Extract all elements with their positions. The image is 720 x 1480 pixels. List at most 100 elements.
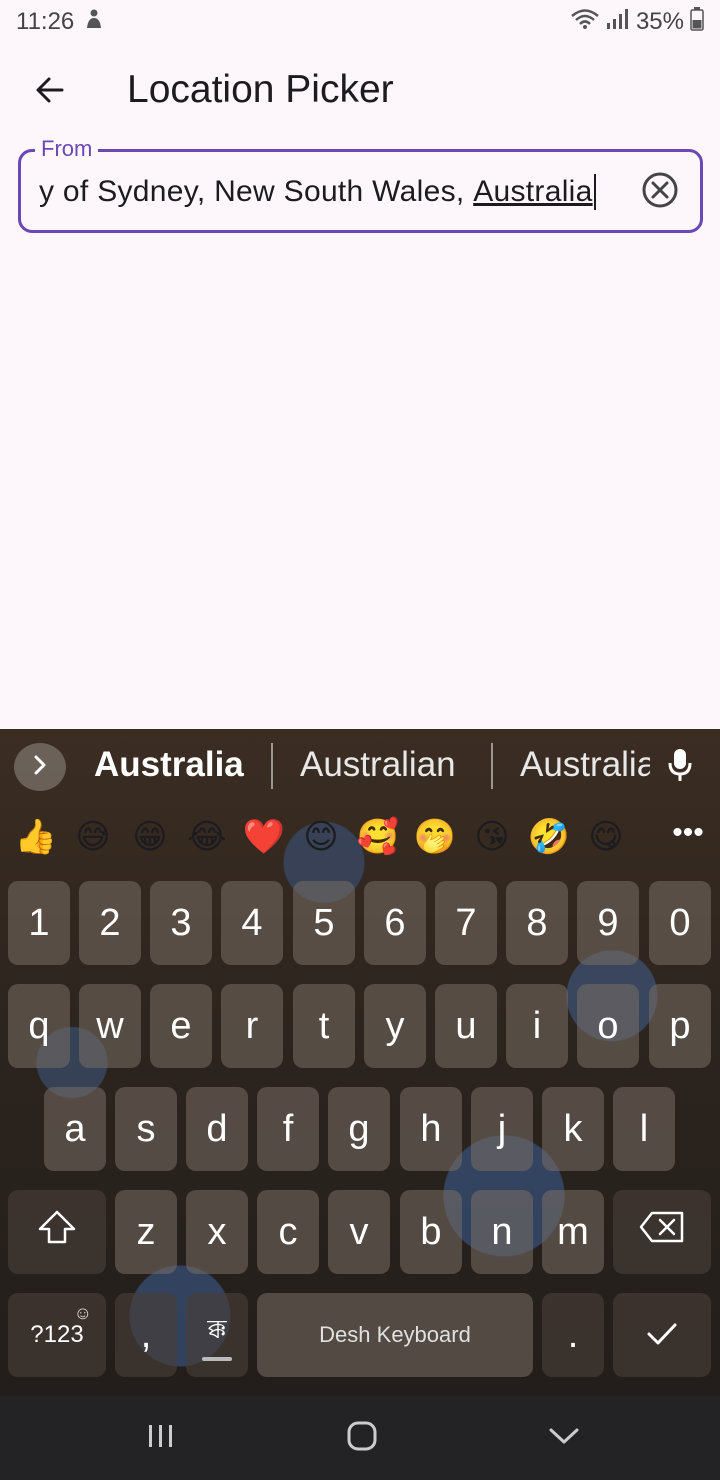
back-button[interactable] [22, 68, 78, 116]
emoji-key[interactable]: 😅 [71, 815, 115, 859]
arrow-left-icon [34, 74, 66, 111]
key-s[interactable]: s [115, 1087, 177, 1171]
done-key[interactable] [613, 1293, 711, 1377]
emoji-key[interactable]: 😁 [128, 815, 172, 859]
language-key-label: ক্ক [207, 1314, 227, 1344]
key-i[interactable]: i [506, 984, 568, 1068]
key-q[interactable]: q [8, 984, 70, 1068]
home-button[interactable] [332, 1416, 392, 1460]
suggestion-2[interactable]: Australian [300, 745, 456, 785]
key-c[interactable]: c [257, 1190, 319, 1274]
field-label: From [35, 136, 99, 162]
key-w[interactable]: w [79, 984, 141, 1068]
suggestion-3[interactable]: Australia [520, 745, 650, 785]
key-z[interactable]: z [115, 1190, 177, 1274]
key-5[interactable]: 5 [293, 881, 355, 965]
period-key[interactable]: . [542, 1293, 604, 1377]
emoji-key[interactable]: 🥰 [356, 815, 400, 859]
input-composing-text: Australia [473, 175, 593, 208]
check-icon [646, 1314, 678, 1357]
key-0[interactable]: 0 [649, 881, 711, 965]
voice-input-button[interactable] [660, 743, 700, 791]
signal-icon [606, 8, 630, 37]
emoji-suggestion-row: 👍 😅 😁 😂 ❤️ 😊 🥰 🤭 😘 🤣 😋 ••• [0, 809, 720, 865]
home-icon [346, 1420, 378, 1457]
text-caret [593, 174, 596, 210]
key-8[interactable]: 8 [506, 881, 568, 965]
soft-keyboard: Australia Australian Australia 👍 😅 😁 😂 ❤… [0, 729, 720, 1396]
key-d[interactable]: d [186, 1087, 248, 1171]
emoji-shortcut-icon: ☺ [73, 1303, 92, 1323]
more-emoji-button[interactable]: ••• [668, 815, 708, 859]
emoji-key[interactable]: 🤭 [413, 815, 457, 859]
status-time: 11:26 [16, 8, 75, 35]
notification-icon [84, 8, 104, 37]
key-e[interactable]: e [150, 984, 212, 1068]
system-nav-bar [0, 1396, 720, 1480]
from-location-input[interactable]: y of Sydney, New South Wales, Australia [39, 174, 639, 210]
emoji-key[interactable]: 🤣 [527, 815, 571, 859]
backspace-key[interactable] [613, 1190, 711, 1274]
key-7[interactable]: 7 [435, 881, 497, 965]
battery-icon [690, 6, 704, 38]
emoji-key[interactable]: 😘 [470, 815, 514, 859]
app-bar: Location Picker [0, 48, 720, 136]
clear-button[interactable] [640, 172, 680, 212]
microphone-icon [667, 747, 693, 788]
key-9[interactable]: 9 [577, 881, 639, 965]
symbols-key[interactable]: ?123 ☺ [8, 1293, 106, 1377]
suggestion-divider [491, 743, 493, 789]
suggestion-1[interactable]: Australia [94, 745, 244, 785]
symbols-key-label: ?123 [30, 1321, 84, 1348]
from-location-field[interactable]: From y of Sydney, New South Wales, Austr… [18, 136, 703, 233]
hide-keyboard-button[interactable] [534, 1416, 594, 1460]
key-m[interactable]: m [542, 1190, 604, 1274]
emoji-key[interactable]: 👍 [14, 815, 58, 859]
key-t[interactable]: t [293, 984, 355, 1068]
key-y[interactable]: y [364, 984, 426, 1068]
input-text: y of Sydney, New South Wales, [39, 175, 474, 208]
key-g[interactable]: g [328, 1087, 390, 1171]
key-2[interactable]: 2 [79, 881, 141, 965]
recents-button[interactable] [131, 1416, 191, 1460]
key-6[interactable]: 6 [364, 881, 426, 965]
key-n[interactable]: n [471, 1190, 533, 1274]
key-b[interactable]: b [400, 1190, 462, 1274]
key-1[interactable]: 1 [8, 881, 70, 965]
emoji-key[interactable]: 😊 [299, 815, 343, 859]
comma-key[interactable]: , [115, 1293, 177, 1377]
key-f[interactable]: f [257, 1087, 319, 1171]
emoji-key[interactable]: 😂 [185, 815, 229, 859]
key-p[interactable]: p [649, 984, 711, 1068]
battery-percent: 35% [635, 8, 684, 35]
suggestion-bar: Australia Australian Australia [0, 729, 720, 805]
space-key[interactable]: Desh Keyboard [257, 1293, 533, 1377]
emoji-key[interactable]: ❤️ [242, 815, 286, 859]
key-4[interactable]: 4 [221, 881, 283, 965]
key-r[interactable]: r [221, 984, 283, 1068]
backspace-icon [638, 1210, 686, 1254]
key-j[interactable]: j [471, 1087, 533, 1171]
key-v[interactable]: v [328, 1190, 390, 1274]
toolbar-expand-button[interactable] [14, 743, 66, 791]
key-x[interactable]: x [186, 1190, 248, 1274]
shift-key[interactable] [8, 1190, 106, 1274]
recents-icon [146, 1423, 176, 1454]
language-key[interactable]: ক্ক [186, 1293, 248, 1377]
status-bar: 11:26 35% [0, 0, 720, 44]
chevron-right-icon [31, 754, 49, 781]
key-3[interactable]: 3 [150, 881, 212, 965]
page-title: Location Picker [127, 68, 394, 111]
key-a[interactable]: a [44, 1087, 106, 1171]
key-u[interactable]: u [435, 984, 497, 1068]
emoji-key[interactable]: 😋 [584, 815, 628, 859]
key-h[interactable]: h [400, 1087, 462, 1171]
wifi-icon [570, 8, 600, 37]
suggestion-divider [271, 743, 273, 789]
shift-icon [37, 1209, 77, 1255]
key-o[interactable]: o [577, 984, 639, 1068]
close-circle-icon [641, 171, 679, 214]
chevron-down-icon [548, 1426, 580, 1451]
key-l[interactable]: l [613, 1087, 675, 1171]
key-k[interactable]: k [542, 1087, 604, 1171]
